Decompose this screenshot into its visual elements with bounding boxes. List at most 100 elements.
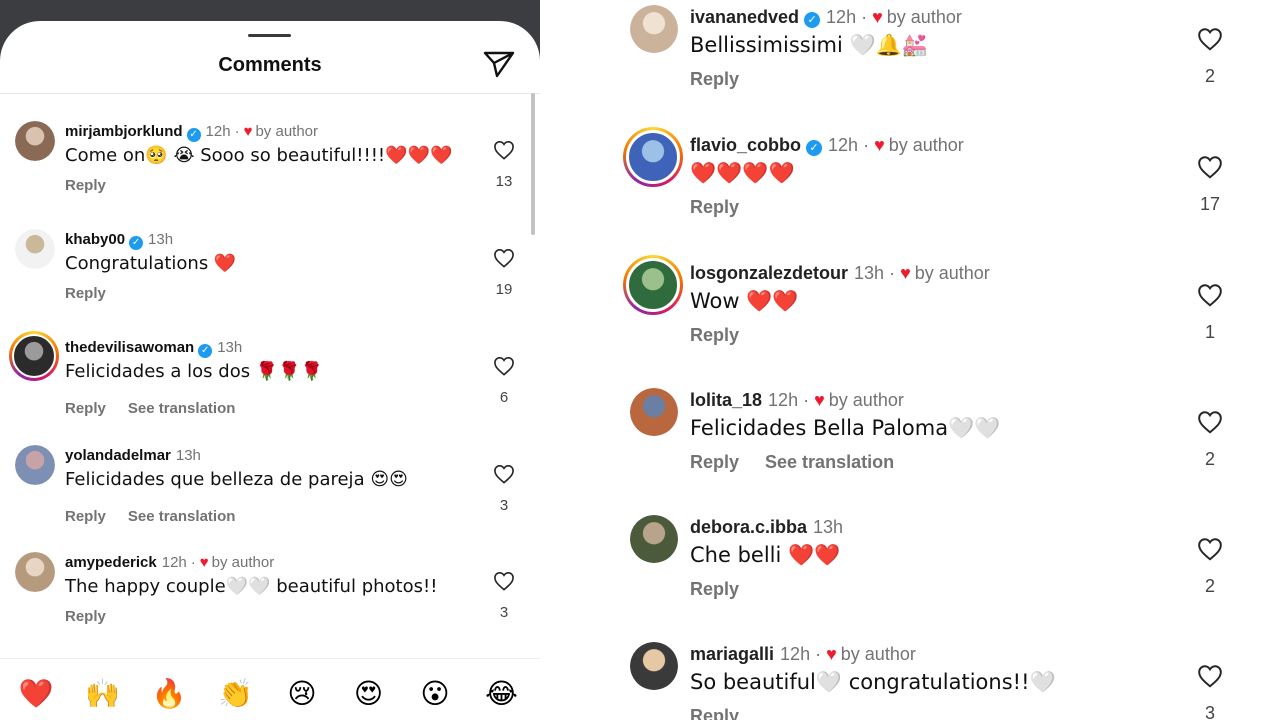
comment-actions: Reply: [690, 69, 739, 90]
like-heart-icon[interactable]: [493, 356, 515, 376]
comment-meta: khaby00 ✓ 13h: [65, 231, 173, 250]
like-heart-icon[interactable]: [1197, 410, 1223, 434]
username[interactable]: mirjambjorklund: [65, 123, 183, 140]
see-translation-button[interactable]: See translation: [765, 452, 894, 472]
comment-meta: debora.c.ibba 13h: [690, 517, 843, 538]
username[interactable]: thedevilisawoman: [65, 339, 194, 356]
avatar[interactable]: [630, 388, 678, 436]
avatar-image: [15, 445, 55, 485]
avatar-image: [630, 642, 678, 690]
username[interactable]: amypederick: [65, 554, 157, 571]
like-heart-icon[interactable]: [493, 464, 515, 484]
like-count: 6: [499, 389, 509, 406]
comment-text: Felicidades que belleza de pareja 😍😍: [65, 469, 408, 490]
username[interactable]: debora.c.ibba: [690, 517, 807, 537]
username[interactable]: flavio_cobbo: [690, 135, 801, 155]
avatar[interactable]: [15, 552, 55, 592]
username[interactable]: mariagalli: [690, 644, 774, 664]
verified-badge-icon: ✓: [198, 344, 213, 358]
like-heart-icon[interactable]: [1197, 155, 1223, 179]
like-count: 13: [495, 173, 513, 190]
by-author-label: by author: [255, 123, 319, 140]
comment-text: Che belli ❤️❤️: [690, 543, 841, 567]
reply-button[interactable]: Reply: [65, 608, 106, 625]
fire-reaction[interactable]: 🔥: [147, 672, 191, 716]
like-heart-icon[interactable]: [1197, 537, 1223, 561]
avatar-image: [630, 388, 678, 436]
username[interactable]: ivananedved: [690, 7, 799, 27]
comment-meta: thedevilisawoman ✓ 13h: [65, 339, 242, 358]
avatar-image: [630, 515, 678, 563]
separator-dot: ·: [190, 554, 196, 571]
verified-badge-icon: ✓: [129, 236, 144, 250]
reply-button[interactable]: Reply: [690, 579, 739, 599]
avatar[interactable]: [15, 229, 55, 269]
avatar-image: [15, 121, 55, 161]
username[interactable]: lolita_18: [690, 390, 762, 410]
comment-text: Bellissimissimi 🤍🔔💒: [690, 33, 928, 57]
liked-by-author-heart-icon: ♥: [874, 135, 885, 155]
comment-actions: Reply: [690, 325, 739, 346]
heart-reaction[interactable]: ❤️: [14, 672, 58, 716]
laughing-reaction[interactable]: 😂: [480, 672, 524, 716]
avatar[interactable]: [15, 121, 55, 161]
like-heart-icon[interactable]: [493, 571, 515, 591]
like-heart-icon[interactable]: [493, 140, 515, 160]
timestamp: 13h: [175, 447, 201, 464]
avatar[interactable]: [9, 331, 59, 381]
avatar[interactable]: [15, 445, 55, 485]
reply-button[interactable]: Reply: [65, 285, 106, 302]
comment-actions: Reply: [690, 706, 739, 720]
see-translation-button[interactable]: See translation: [128, 400, 236, 417]
reply-button[interactable]: Reply: [65, 177, 106, 194]
timestamp: 12h: [828, 135, 859, 155]
avatar[interactable]: [623, 255, 683, 315]
sheet-drag-handle[interactable]: [248, 34, 291, 37]
like-count: 3: [1204, 703, 1215, 720]
timestamp: 12h: [826, 7, 857, 27]
reply-button[interactable]: Reply: [65, 400, 106, 417]
surprised-reaction[interactable]: 😮: [413, 672, 457, 716]
reply-button[interactable]: Reply: [65, 508, 106, 525]
crying-reaction[interactable]: 😢: [280, 672, 324, 716]
reply-button[interactable]: Reply: [690, 452, 739, 472]
like-heart-icon[interactable]: [1197, 27, 1223, 51]
timestamp: 13h: [854, 263, 885, 283]
avatar[interactable]: [630, 515, 678, 563]
quick-reactions-bar: ❤️ 🙌 🔥 👏 😢 😍 😮 😂: [0, 672, 540, 716]
comment-text: The happy couple🤍🤍 beautiful photos!!: [65, 576, 438, 597]
comment-actions: Reply: [65, 285, 106, 302]
reply-button[interactable]: Reply: [690, 69, 739, 89]
avatar-image: [626, 258, 680, 312]
see-translation-button[interactable]: See translation: [128, 508, 236, 525]
clap-reaction[interactable]: 👏: [214, 672, 258, 716]
avatar[interactable]: [623, 127, 683, 187]
reply-button[interactable]: Reply: [690, 325, 739, 345]
timestamp: 12h: [161, 554, 187, 571]
by-author-label: by author: [828, 390, 904, 410]
separator-dot: ·: [889, 263, 896, 283]
username[interactable]: yolandadelmar: [65, 447, 171, 464]
username[interactable]: khaby00: [65, 231, 125, 248]
comment-actions: Reply See translation: [65, 508, 235, 525]
verified-badge-icon: ✓: [804, 12, 821, 28]
by-author-label: by author: [914, 263, 990, 283]
scrollbar[interactable]: [531, 93, 535, 235]
reply-button[interactable]: Reply: [690, 197, 739, 217]
raised-hands-reaction[interactable]: 🙌: [81, 672, 125, 716]
like-heart-icon[interactable]: [1197, 664, 1223, 688]
heart-eyes-reaction[interactable]: 😍: [347, 672, 391, 716]
comment-actions: Reply: [690, 197, 739, 218]
avatar[interactable]: [630, 642, 678, 690]
like-heart-icon[interactable]: [1197, 283, 1223, 307]
like-heart-icon[interactable]: [493, 248, 515, 268]
send-icon[interactable]: [482, 49, 516, 79]
liked-by-author-heart-icon: ♥: [814, 390, 825, 410]
liked-by-author-heart-icon: ♥: [199, 554, 209, 571]
username[interactable]: losgonzalezdetour: [690, 263, 848, 283]
liked-by-author-heart-icon: ♥: [900, 263, 911, 283]
reply-button[interactable]: Reply: [690, 706, 739, 720]
comment-text: Felicidades Bella Paloma🤍🤍: [690, 416, 1001, 440]
comment-text: Come on🥺 😭 Sooo so beautiful!!!!❤️❤️❤️: [65, 145, 453, 166]
avatar[interactable]: [630, 5, 678, 53]
